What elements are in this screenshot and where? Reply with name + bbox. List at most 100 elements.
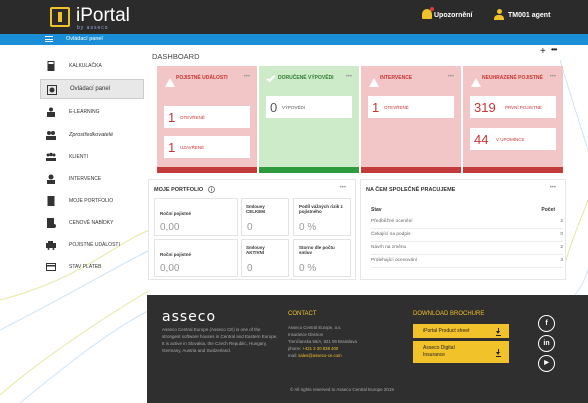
- sidebar-item-clients[interactable]: KLIENTI: [40, 147, 144, 167]
- sidebar-item-label: INTERVENCE: [69, 176, 102, 182]
- elearning-icon: [47, 107, 55, 117]
- user-menu[interactable]: TM001 agent: [508, 12, 550, 19]
- download-icon: [496, 328, 501, 335]
- card-menu-button[interactable]: •••: [244, 74, 250, 80]
- card-title: DORUČENÉ VÝPOVĚDI: [278, 75, 334, 81]
- mail-label: mail:: [288, 353, 298, 358]
- portfolio-panel: MOJE PORTFOLIO ••• Roční pojistné 0,00 S…: [148, 179, 356, 280]
- card-claims[interactable]: POJISTNÉ UDÁLOSTI ••• 1 OTEVŘENÉ 1 UZAVŘ…: [157, 66, 257, 173]
- sidebar-item-quotes[interactable]: CENOVÉ NABÍDKY: [40, 213, 144, 233]
- row-count: 3: [560, 258, 563, 263]
- card-row-open[interactable]: 1 OTEVŘENÉ: [164, 106, 250, 128]
- sidebar-item-claims[interactable]: POJISTNÉ UDÁLOSTI: [40, 235, 144, 255]
- breadcrumb[interactable]: Ovládací panel: [66, 36, 103, 42]
- card-row-reminder[interactable]: 44 V UPOMÍNCE: [470, 128, 556, 150]
- sidebar-item-portfolio[interactable]: MOJE PORTFOLIO: [40, 191, 144, 211]
- row-divider: [371, 241, 563, 242]
- clients-icon: [46, 152, 56, 161]
- claims-icon: [46, 241, 56, 250]
- user-icon[interactable]: [494, 9, 504, 21]
- download-digital-insurance-button[interactable]: Asseco Digital Insurance: [413, 341, 509, 363]
- count-label: PRVNÍ POJISTNÉ: [505, 105, 542, 110]
- more-options-button[interactable]: •••: [551, 45, 557, 54]
- hamburger-menu-icon[interactable]: [45, 36, 53, 42]
- count-label: VÝPOVĚDI: [282, 105, 306, 110]
- card-row-closed[interactable]: 1 UZAVŘENÉ: [164, 136, 250, 158]
- box-value: 0,00: [160, 263, 180, 274]
- portfolio-box[interactable]: Roční pojistné 0,00: [154, 198, 238, 236]
- info-icon[interactable]: [208, 186, 215, 193]
- warning-icon: [369, 78, 379, 87]
- row-count: 2: [560, 245, 563, 250]
- asseco-logo[interactable]: asseco: [162, 309, 216, 325]
- sidebar: KALKULAČKA Ovládací panel E-LEARNING Zpr…: [40, 48, 146, 288]
- about-text: Asseco Central Europe (Asseco CE) is one…: [162, 327, 278, 353]
- card-title: NEUHRAZENÉ POJISTNÉ: [482, 75, 543, 81]
- box-value: 0 %: [299, 263, 317, 274]
- facebook-icon[interactable]: f: [538, 315, 555, 332]
- box-value: 0: [247, 263, 253, 274]
- card-row-open[interactable]: 1 OTEVŘENÉ: [368, 96, 454, 118]
- portfolio-box[interactable]: Smlouvy CELKEM 0: [241, 198, 289, 236]
- table-row[interactable]: Prolehající ocenování 3: [371, 256, 563, 268]
- portfolio-box[interactable]: Podíl vážných rizik z pojistného 0 %: [293, 198, 351, 236]
- warning-icon: [471, 78, 481, 87]
- iportal-logo-icon[interactable]: [50, 7, 70, 27]
- youtube-icon[interactable]: ▶: [538, 355, 555, 372]
- card-unpaid-premium[interactable]: NEUHRAZENÉ POJISTNÉ ••• 319 PRVNÍ POJIST…: [463, 66, 563, 173]
- sidebar-item-label: STAV PLATEB: [69, 264, 102, 270]
- panel-menu-button[interactable]: •••: [550, 185, 556, 191]
- count-value: 1: [168, 110, 176, 125]
- row-divider: [371, 254, 563, 255]
- download-product-sheet-button[interactable]: iPortal Product sheet: [413, 324, 509, 338]
- sidebar-item-payments[interactable]: STAV PLATEB: [40, 257, 144, 277]
- sidebar-item-dashboard[interactable]: Ovládací panel: [40, 79, 144, 99]
- add-widget-button[interactable]: +: [540, 46, 546, 57]
- sidebar-item-calculator[interactable]: KALKULAČKA: [40, 56, 144, 76]
- portfolio-box[interactable]: Smlouvy AKTIVNÍ 0: [241, 239, 289, 277]
- portfolio-icon: [47, 196, 55, 206]
- count-value: 1: [168, 140, 176, 155]
- check-icon: [266, 73, 276, 83]
- card-status-bar: [463, 167, 563, 173]
- card-row-first-premium[interactable]: 319 PRVNÍ POJISTNÉ: [470, 96, 556, 118]
- brand-subtitle: by asseco: [77, 25, 109, 31]
- phone-link[interactable]: +421 2 20 838 400: [302, 346, 338, 351]
- portfolio-box[interactable]: Roční pojistné 0,00: [154, 239, 238, 277]
- sidebar-item-label: KLIENTI: [69, 154, 88, 160]
- calculator-icon: [47, 61, 55, 71]
- contact-division: Insurance Division: [288, 332, 324, 337]
- card-row-cancellations[interactable]: 0 VÝPOVĚDI: [266, 96, 352, 118]
- card-cancellations[interactable]: DORUČENÉ VÝPOVĚDI ••• 0 VÝPOVĚDI: [259, 66, 359, 173]
- panel-title: NA ČEM SPOLEČNĚ PRACUJEME: [366, 187, 456, 193]
- quotes-icon: [47, 218, 56, 228]
- sidebar-item-label: Ovládací panel: [70, 86, 111, 92]
- app-title[interactable]: iPortal: [76, 5, 130, 27]
- sidebar-item-intermediaries[interactable]: Zprostředkovatelé: [40, 125, 144, 145]
- card-menu-button[interactable]: •••: [448, 74, 454, 80]
- download-icon: [496, 349, 501, 356]
- mail-link[interactable]: sales@asseco-ce.com: [298, 353, 341, 358]
- contact-title: CONTACT: [288, 311, 317, 317]
- panel-menu-button[interactable]: •••: [340, 185, 346, 191]
- linkedin-icon[interactable]: in: [538, 335, 555, 352]
- row-label: Předběžné ocenění: [371, 219, 413, 224]
- card-menu-button[interactable]: •••: [550, 74, 556, 80]
- card-intervention[interactable]: INTERVENCE ••• 1 OTEVŘENÉ: [361, 66, 461, 173]
- count-label: OTEVŘENÉ: [384, 105, 409, 110]
- copyright: © All rights reserved to Asseco Central …: [290, 387, 394, 392]
- sidebar-item-label: MOJE PORTFOLIO: [69, 198, 114, 204]
- portfolio-box[interactable]: Storno dle počtu smluv 0 %: [293, 239, 351, 277]
- row-label: Čekající na podpis: [371, 232, 411, 237]
- card-menu-button[interactable]: •••: [346, 74, 352, 80]
- footer: asseco Asseco Central Europe (Asseco CE)…: [147, 295, 588, 403]
- sidebar-item-elearning[interactable]: E-LEARNING: [40, 102, 144, 122]
- table-row[interactable]: Čekající na podpis 0: [371, 230, 563, 242]
- table-row[interactable]: Předběžné ocenění 2: [371, 217, 563, 229]
- notifications-link[interactable]: Upozornění: [434, 12, 473, 19]
- table-row[interactable]: Návrh na změnu 2: [371, 243, 563, 255]
- row-label: Prolehající ocenování: [371, 258, 418, 263]
- row-label: Návrh na změnu: [371, 245, 407, 250]
- sidebar-item-intervention[interactable]: INTERVENCE: [40, 169, 144, 189]
- card-status-bar: [259, 167, 359, 173]
